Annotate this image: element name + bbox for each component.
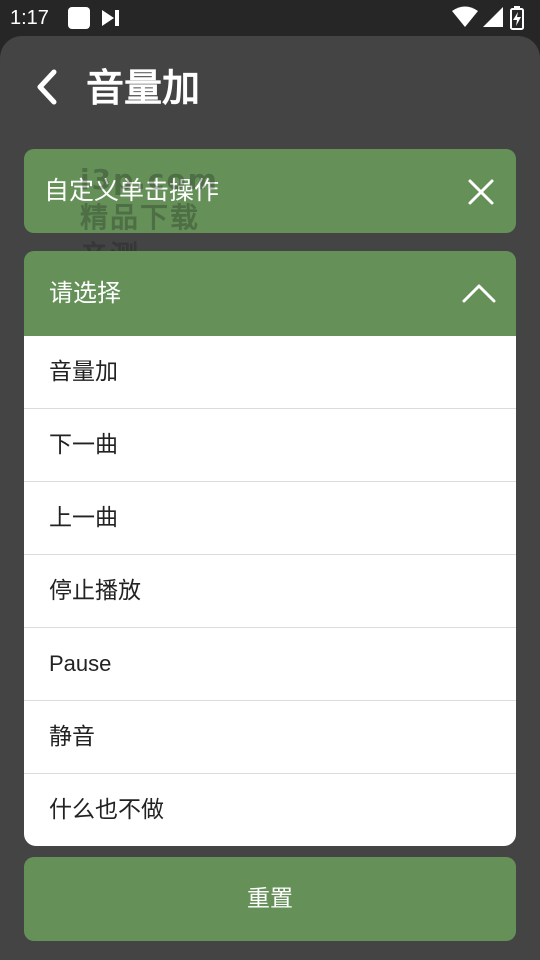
square-notification-icon xyxy=(68,7,90,29)
reset-button[interactable]: 重置 xyxy=(24,857,516,941)
option-label: 下一曲 xyxy=(49,432,118,458)
status-bar: 1:17 xyxy=(0,0,540,36)
close-icon[interactable] xyxy=(466,177,496,207)
card-title: 自定义单击操作 xyxy=(44,176,220,205)
main-sheet: 音量加 自定义单击操作 i3p.com 精品下载 亲测 请选择 音量加 下一曲 … xyxy=(0,36,540,960)
option-label: 什么也不做 xyxy=(49,797,164,823)
reset-button-label: 重置 xyxy=(247,886,293,912)
option-label: 音量加 xyxy=(49,359,118,385)
option-label: Pause xyxy=(49,651,112,676)
signal-icon xyxy=(483,7,503,27)
custom-single-click-card: 自定义单击操作 xyxy=(24,149,516,233)
option-label: 静音 xyxy=(49,724,95,750)
dropdown-option-stop-playback[interactable]: 停止播放 xyxy=(24,555,516,628)
dropdown-option-mute[interactable]: 静音 xyxy=(24,701,516,774)
dropdown-option-previous-track[interactable]: 上一曲 xyxy=(24,482,516,555)
option-label: 上一曲 xyxy=(49,505,118,531)
status-icons xyxy=(452,6,532,30)
option-label: 停止播放 xyxy=(49,578,141,604)
battery-charging-icon xyxy=(510,6,524,30)
dropdown-option-volume-up[interactable]: 音量加 xyxy=(24,336,516,409)
dropdown-list: 音量加 下一曲 上一曲 停止播放 Pause 静音 什么也不做 xyxy=(24,336,516,846)
status-time: 1:17 xyxy=(10,7,49,29)
chevron-left-icon[interactable] xyxy=(28,64,68,110)
wifi-icon xyxy=(452,6,478,27)
dropdown-option-next-track[interactable]: 下一曲 xyxy=(24,409,516,482)
select-placeholder: 请选择 xyxy=(49,279,121,307)
page-title: 音量加 xyxy=(86,66,201,110)
dropdown-option-do-nothing[interactable]: 什么也不做 xyxy=(24,774,516,846)
action-select[interactable]: 请选择 xyxy=(24,251,516,336)
dropdown-option-pause[interactable]: Pause xyxy=(24,628,516,701)
chevron-up-icon[interactable] xyxy=(462,279,496,307)
play-skip-icon xyxy=(102,10,119,26)
